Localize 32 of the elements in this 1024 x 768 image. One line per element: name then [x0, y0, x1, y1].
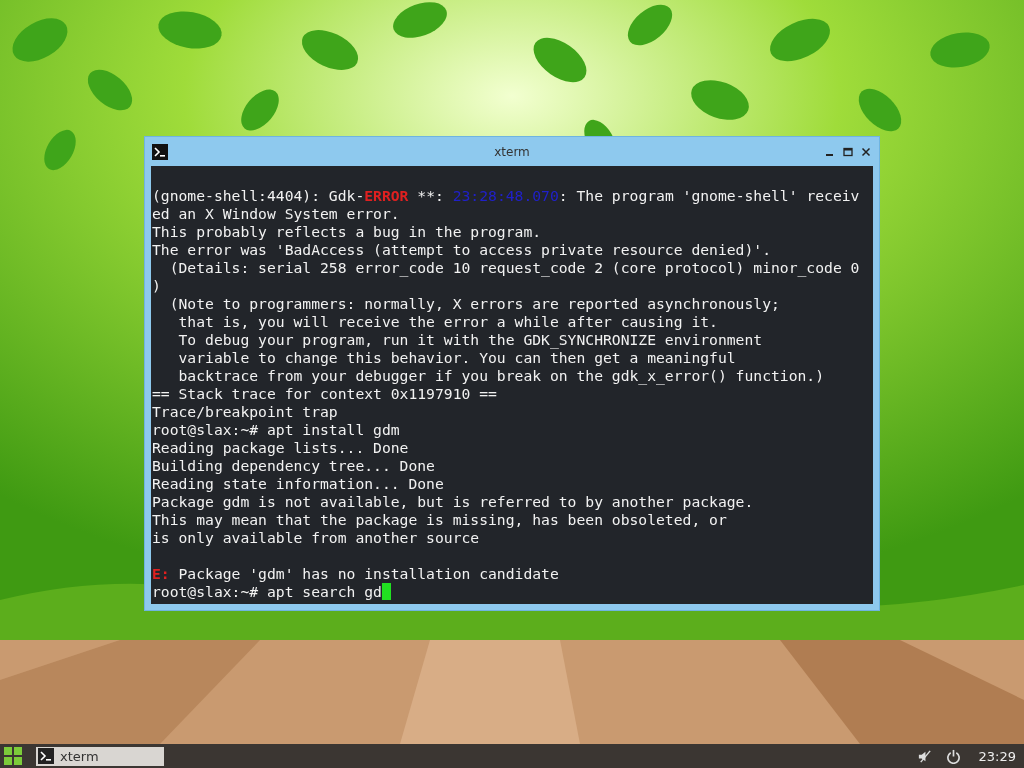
terminal-line: E: Package 'gdm' has no installation candidate	[152, 565, 559, 583]
terminal-line: root@slax:~# apt search gd	[152, 583, 391, 601]
terminal-icon	[38, 748, 54, 764]
terminal-line: This probably reflects a bug in the program.	[152, 223, 542, 241]
power-icon[interactable]	[945, 748, 961, 764]
start-menu-icon[interactable]	[4, 747, 22, 765]
terminal-line: == Stack trace for context 0x1197910 ==	[152, 385, 497, 403]
terminal-line: is only available from another source	[152, 529, 480, 547]
clock[interactable]: 23:29	[978, 748, 1016, 764]
terminal-line: Package gdm is not available, but is referred to by another package.	[152, 493, 754, 511]
terminal-line: (gnome-shell:4404): Gdk-ERROR **: 23:28:48.070: The program 'gnome-shell' receiv	[152, 187, 860, 205]
terminal-line: Reading state information... Done	[152, 475, 444, 493]
window-title: xterm	[494, 144, 530, 159]
terminal-line: Building dependency tree... Done	[152, 457, 435, 475]
taskbar-button[interactable]: xterm	[36, 746, 164, 766]
close-button[interactable]	[861, 146, 871, 157]
terminal-line: To debug your program, run it with the GDK_SYNCHRONIZE environment	[177, 331, 763, 349]
terminal-line: This may mean that the package is missing, has been obsoleted, or	[152, 511, 727, 529]
terminal-line: (Details: serial 258 error_code 10 request_code 2 (core protocol) minor_code 0	[168, 259, 860, 277]
terminal-line: root@slax:~# apt install gdm	[152, 421, 400, 439]
terminal-line: variable to change this behavior. You can then get a meaningful	[177, 349, 736, 367]
terminal-line: backtrace from your debugger if you break on the gdk_x_error() function.)	[177, 367, 825, 385]
terminal-line: that is, you will receive the error a while after causing it.	[177, 313, 718, 331]
terminal-line: Reading package lists... Done	[152, 439, 409, 457]
terminal-line: (Note to programmers: normally, X errors are reported asynchronously;	[168, 295, 780, 313]
terminal-line: ed an X Window System error.	[152, 205, 400, 223]
terminal-line: Trace/breakpoint trap	[152, 403, 338, 421]
speaker-muted-icon[interactable]	[916, 748, 932, 764]
terminal-icon	[152, 143, 168, 160]
terminal-line: )	[152, 277, 161, 295]
terminal-line: The error was 'BadAccess (attempt to access private resource denied)'.	[152, 241, 771, 259]
maximize-button[interactable]	[843, 146, 853, 157]
